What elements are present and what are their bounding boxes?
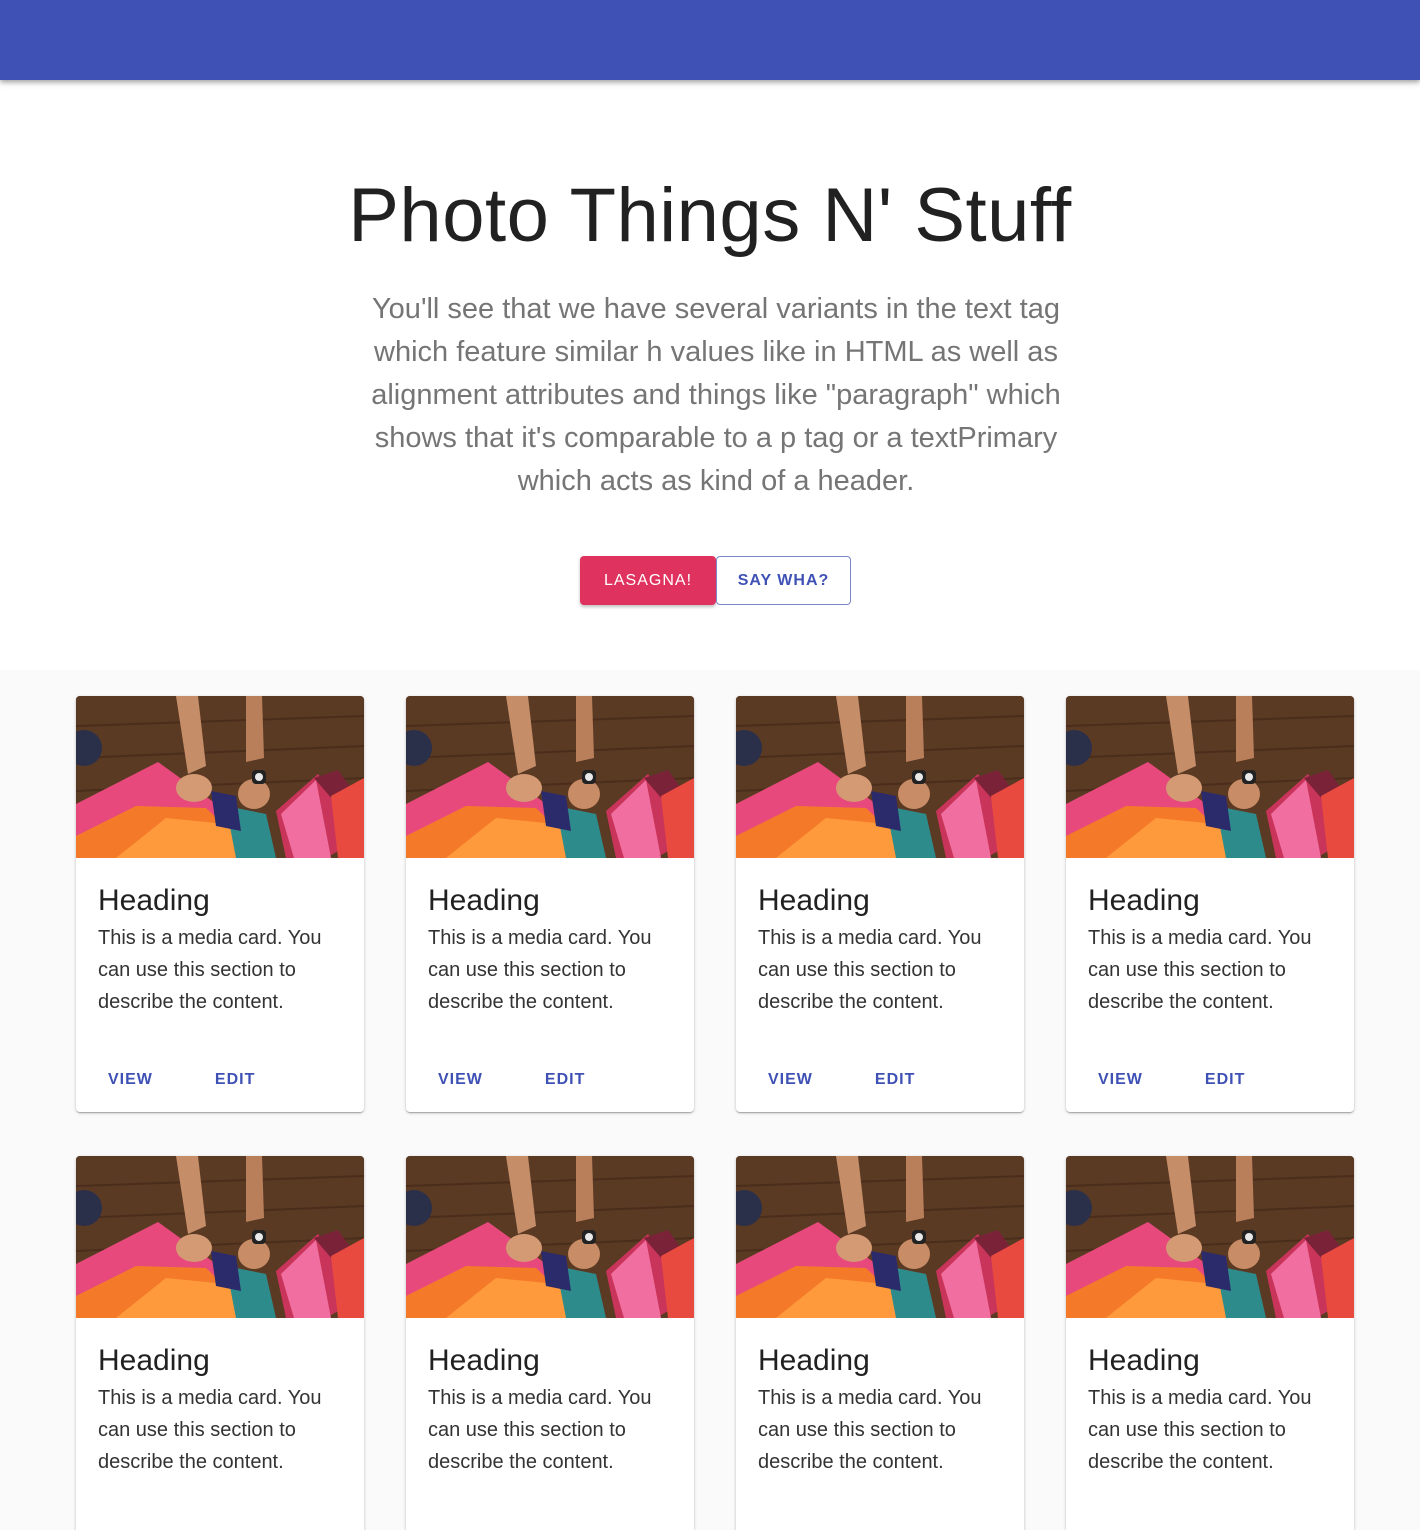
card-content: Heading This is a media card. You can us… (736, 1318, 1024, 1478)
say-wha-button[interactable]: SAY WHA? (716, 556, 851, 605)
card-content: Heading This is a media card. You can us… (406, 1318, 694, 1478)
edit-button[interactable]: EDIT (195, 1062, 275, 1098)
card-description: This is a media card. You can use this s… (98, 1387, 322, 1473)
view-button[interactable]: VIEW (88, 1062, 173, 1098)
card-actions: VIEW EDIT (88, 1522, 275, 1530)
view-button[interactable]: VIEW (748, 1062, 833, 1098)
edit-button[interactable]: EDIT (525, 1522, 605, 1530)
card-image (1066, 1156, 1354, 1318)
card-heading: Heading (758, 884, 870, 917)
edit-button[interactable]: EDIT (195, 1522, 275, 1530)
photo-image (736, 696, 1024, 858)
card-actions: VIEW EDIT (748, 1522, 935, 1530)
card-grid-section: Heading This is a media card. You can us… (0, 670, 1420, 1530)
card-heading: Heading (758, 1344, 870, 1377)
media-card: Heading This is a media card. You can us… (406, 696, 694, 1112)
card-actions: VIEW EDIT (418, 1062, 605, 1098)
app-bar (0, 0, 1420, 80)
edit-button[interactable]: EDIT (855, 1062, 935, 1098)
card-content: Heading This is a media card. You can us… (76, 1318, 364, 1478)
card-heading: Heading (428, 1344, 540, 1377)
media-card: Heading This is a media card. You can us… (76, 1156, 364, 1530)
card-image (736, 1156, 1024, 1318)
view-button[interactable]: VIEW (1078, 1062, 1163, 1098)
edit-button[interactable]: EDIT (525, 1062, 605, 1098)
card-description: This is a media card. You can use this s… (1088, 1387, 1312, 1473)
card-description: This is a media card. You can use this s… (758, 927, 982, 1013)
media-card: Heading This is a media card. You can us… (1066, 696, 1354, 1112)
card-description: This is a media card. You can use this s… (98, 927, 322, 1013)
card-description: This is a media card. You can use this s… (428, 927, 652, 1013)
media-card: Heading This is a media card. You can us… (736, 1156, 1024, 1530)
card-content: Heading This is a media card. You can us… (1066, 1318, 1354, 1478)
card-image (406, 696, 694, 858)
card-actions: VIEW EDIT (1078, 1062, 1265, 1098)
photo-image (406, 1156, 694, 1318)
photo-image (1066, 1156, 1354, 1318)
view-button[interactable]: VIEW (1078, 1522, 1163, 1530)
card-content: Heading This is a media card. You can us… (1066, 858, 1354, 1018)
card-actions: VIEW EDIT (418, 1522, 605, 1530)
card-description: This is a media card. You can use this s… (758, 1387, 982, 1473)
media-card: Heading This is a media card. You can us… (1066, 1156, 1354, 1530)
media-card: Heading This is a media card. You can us… (736, 696, 1024, 1112)
card-content: Heading This is a media card. You can us… (736, 858, 1024, 1018)
card-content: Heading This is a media card. You can us… (406, 858, 694, 1018)
hero-section: Photo Things N' Stuff You'll see that we… (0, 80, 1420, 670)
photo-image (736, 1156, 1024, 1318)
card-image (406, 1156, 694, 1318)
card-heading: Heading (1088, 1344, 1200, 1377)
view-button[interactable]: VIEW (418, 1522, 503, 1530)
hero-button-group: LASAGNA! SAY WHA? (580, 556, 851, 605)
card-actions: VIEW EDIT (88, 1062, 275, 1098)
card-heading: Heading (98, 1344, 210, 1377)
media-card: Heading This is a media card. You can us… (406, 1156, 694, 1530)
edit-button[interactable]: EDIT (1185, 1062, 1265, 1098)
card-description: This is a media card. You can use this s… (428, 1387, 652, 1473)
card-actions: VIEW EDIT (748, 1062, 935, 1098)
card-content: Heading This is a media card. You can us… (76, 858, 364, 1018)
card-heading: Heading (428, 884, 540, 917)
media-card: Heading This is a media card. You can us… (76, 696, 364, 1112)
card-heading: Heading (98, 884, 210, 917)
view-button[interactable]: VIEW (88, 1522, 173, 1530)
card-image (1066, 696, 1354, 858)
photo-image (76, 1156, 364, 1318)
card-image (76, 1156, 364, 1318)
view-button[interactable]: VIEW (748, 1522, 833, 1530)
photo-image (76, 696, 364, 858)
photo-image (1066, 696, 1354, 858)
card-heading: Heading (1088, 884, 1200, 917)
edit-button[interactable]: EDIT (1185, 1522, 1265, 1530)
card-image (736, 696, 1024, 858)
photo-image (406, 696, 694, 858)
card-image (76, 696, 364, 858)
page-title: Photo Things N' Stuff (348, 173, 1072, 258)
card-actions: VIEW EDIT (1078, 1522, 1265, 1530)
lasagna-button[interactable]: LASAGNA! (580, 556, 716, 605)
edit-button[interactable]: EDIT (855, 1522, 935, 1530)
card-description: This is a media card. You can use this s… (1088, 927, 1312, 1013)
view-button[interactable]: VIEW (418, 1062, 503, 1098)
card-grid: Heading This is a media card. You can us… (76, 696, 1356, 1530)
hero-description: You'll see that we have several variants… (371, 293, 1061, 497)
